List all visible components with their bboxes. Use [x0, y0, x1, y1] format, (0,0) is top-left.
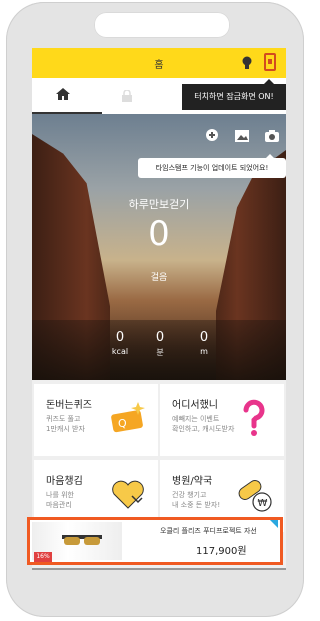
stat-distance: 0 m: [184, 330, 224, 356]
svg-text:₩: ₩: [258, 498, 268, 509]
app-screen: 홈 터치하면 잠금화면 ON! 타임스탬프 기능이 업데이트 되었어요! 하루만…: [32, 48, 286, 568]
lockscreen-toggle-icon[interactable]: [264, 53, 276, 71]
card-subtitle: 건강 챙기고 내 소중 돈 받자!: [172, 490, 236, 510]
walk-title: 하루만보걷기: [128, 198, 190, 211]
ad-banner[interactable]: 16% 오클리 플리즈 푸디프로젝트 자선 117,900원: [27, 517, 283, 565]
ad-product-name: 오클리 플리즈 푸디프로젝트 자선: [160, 527, 257, 535]
pill-coin-icon: ₩: [238, 480, 272, 512]
stat-minutes: 0 분: [140, 330, 180, 358]
stat-unit: kcal: [111, 347, 129, 356]
card-title: 병원/약국: [172, 476, 213, 487]
stat-unit: m: [200, 347, 208, 356]
card-subtitle-line: 확인하고, 캐시도받자: [172, 425, 235, 433]
stat-kcal: 0 kcal: [100, 330, 140, 356]
card-subtitle: 나를 위한 마음관리: [46, 490, 110, 510]
ad-price: 117,900원: [196, 546, 247, 557]
sunglasses-icon: [62, 535, 102, 545]
stat-value: 0: [155, 330, 165, 345]
card-title: 돈버는퀴즈: [46, 400, 92, 411]
gallery-icon[interactable]: [234, 128, 250, 144]
card-subtitle: 예빼지는 이벤트 확인하고, 캐시도받자: [172, 414, 236, 434]
step-count: 0: [148, 214, 170, 254]
stat-unit: 분: [156, 348, 164, 357]
stat-value: 0: [115, 330, 125, 345]
walk-hero: 타임스탬프 기능이 업데이트 되었어요! 하루만보걷기 0 걸음 0 kcal …: [32, 114, 286, 380]
card-subtitle-line: 예빼지는 이벤트: [172, 415, 220, 423]
phone-notch: [94, 12, 230, 38]
screen-bottom-edge: [32, 568, 286, 570]
sale-badge: 16%: [34, 552, 52, 562]
card-subtitle-line: 퀴즈도 풀고: [46, 415, 81, 423]
card-money-quiz[interactable]: 돈버는퀴즈 퀴즈도 풀고 1만캐시 받자 Q: [34, 384, 158, 456]
tab-lock-icon[interactable]: [122, 90, 132, 102]
lockscreen-tooltip: 터치하면 잠금화면 ON!: [182, 79, 286, 110]
step-unit: 걸음: [150, 273, 168, 283]
card-subtitle-line: 1만캐시 받자: [46, 425, 85, 433]
quiz-icon: Q: [111, 402, 145, 433]
card-where[interactable]: 어디서했니 예빼지는 이벤트 확인하고, 캐시도받자: [160, 384, 284, 456]
stat-value: 0: [199, 330, 209, 345]
hero-toolbar: [204, 128, 286, 148]
card-subtitle-line: 건강 챙기고: [172, 491, 207, 499]
top-bar: 홈: [32, 48, 286, 78]
home-icon: [56, 88, 70, 100]
tab-home[interactable]: [32, 78, 102, 114]
svg-text:Q: Q: [118, 417, 127, 430]
location-plus-icon[interactable]: [204, 128, 220, 144]
camera-icon[interactable]: [264, 128, 280, 144]
ad-product-image: 16%: [32, 522, 122, 562]
card-subtitle-line: 내 소중 돈 받자!: [172, 501, 221, 509]
heart-hands-icon: [112, 480, 144, 509]
question-mark-icon: [243, 399, 265, 436]
card-title: 마음챙김: [46, 476, 83, 487]
lightbulb-icon[interactable]: [241, 56, 253, 70]
update-notice: 타임스탬프 기능이 업데이트 되었어요!: [138, 154, 286, 178]
card-subtitle-line: 마음관리: [46, 501, 72, 509]
card-subtitle: 퀴즈도 풀고 1만캐시 받자: [46, 414, 110, 434]
card-subtitle-line: 나를 위한: [46, 491, 74, 499]
card-title: 어디서했니: [172, 400, 218, 411]
